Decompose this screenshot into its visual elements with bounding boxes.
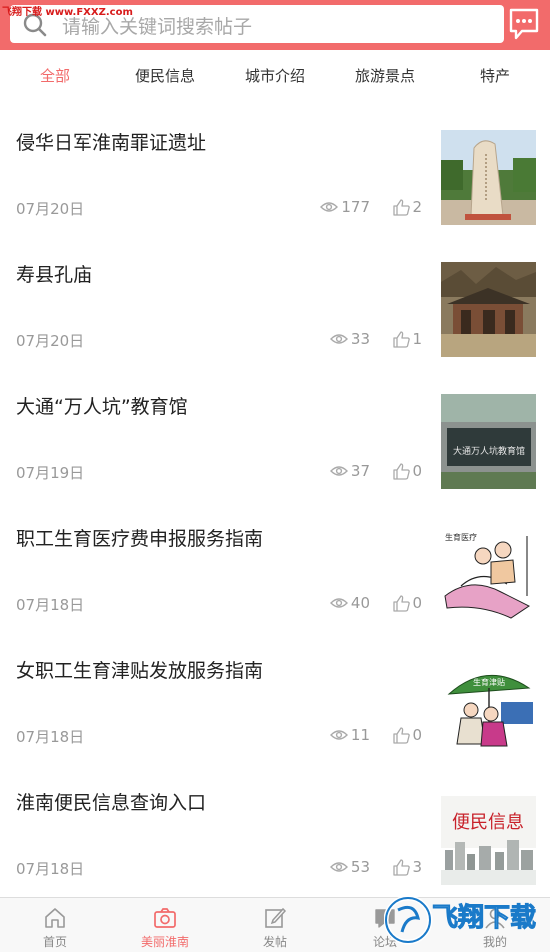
memorial-wall-image: 大通万人坑教育馆 [441,394,536,489]
like-count-value: 1 [412,330,422,348]
hospital-caption: 生育医疗 [445,532,477,542]
home-icon [45,908,65,928]
view-count: 40 [329,594,370,612]
like-count[interactable]: 2 [393,198,422,216]
message-icon[interactable] [508,7,540,41]
view-count: 53 [329,858,370,876]
nav-beautiful-huainan-label: 美丽淮南 [140,935,189,949]
like-count[interactable]: 1 [393,330,422,348]
view-count: 177 [320,198,370,216]
view-count-value: 11 [350,726,370,744]
post-item[interactable]: 寿县孔庙 07月20日 33 1 [0,234,550,366]
post-item[interactable]: 大通“万人坑”教育馆 07月19日 37 0 大通万人坑教育馆 [0,366,550,498]
temple-image [441,262,536,357]
post-list: 侵华日军淮南罪证遗址 07月20日 177 2 寿县孔庙 07月20日 33 1… [0,102,550,894]
view-count-value: 53 [350,858,370,876]
umbrella-caption: 生育津贴 [473,677,505,687]
post-item[interactable]: 侵华日军淮南罪证遗址 07月20日 177 2 [0,102,550,234]
cartoon-hospital-image: 生育医疗 [441,526,536,621]
post-title: 淮南便民信息查询入口 [16,792,207,814]
view-count: 33 [329,330,370,348]
thumbs-up-icon [393,330,411,348]
nav-home-label: 首页 [42,935,67,949]
like-count-value: 0 [412,594,422,612]
like-count[interactable]: 3 [393,858,422,876]
info-banner-image: 便民信息 [441,790,536,885]
info-banner-text: 便民信息 [452,812,524,833]
camera-icon [154,908,176,928]
view-count: 11 [329,726,370,744]
post-thumbnail: 便民信息 [441,790,536,885]
cartoon-umbrella-image: 生育津贴 [441,658,536,753]
tab-scenic-spots[interactable]: 旅游景点 [330,50,440,102]
post-item[interactable]: 职工生育医疗费申报服务指南 07月18日 40 0 生育医疗 [0,498,550,630]
post-title: 女职工生育津贴发放服务指南 [16,660,264,682]
view-count-value: 33 [350,330,370,348]
post-date: 07月20日 [16,200,85,218]
svg-text:飞翔下载: 飞翔下载 [432,903,536,933]
thumbs-up-icon [393,594,411,612]
post-thumbnail: 生育医疗 [441,526,536,621]
watermark-text: 飞翔下载 www.FXXZ.com [2,7,133,18]
view-count-value: 37 [350,462,370,480]
thumbs-up-icon [393,462,411,480]
view-count-value: 177 [341,198,370,216]
like-count-value: 2 [412,198,422,216]
edit-icon [265,907,287,928]
nav-post-label: 发帖 [262,935,287,949]
post-thumbnail [441,130,536,225]
nav-post[interactable]: 发帖 [220,898,330,952]
post-item[interactable]: 淮南便民信息查询入口 07月18日 53 3 便民信息 [0,762,550,894]
thumbs-up-icon [393,198,411,216]
eye-icon [320,202,339,212]
like-count-value: 0 [412,462,422,480]
top-bar: 请输入关键词搜索帖子 飞翔下载 www.FXXZ.com [0,0,550,50]
like-count[interactable]: 0 [393,726,422,744]
like-count[interactable]: 0 [393,462,422,480]
view-count: 37 [329,462,370,480]
thumbs-up-icon [393,858,411,876]
tab-convenience-info[interactable]: 便民信息 [110,50,220,102]
post-date: 07月20日 [16,332,85,350]
stone-monument-image [441,130,536,225]
post-item[interactable]: 女职工生育津贴发放服务指南 07月18日 11 0 生育津贴 [0,630,550,762]
memorial-wall-text: 大通万人坑教育馆 [453,445,525,457]
eye-icon [329,334,348,344]
nav-home[interactable]: 首页 [0,898,110,952]
eye-icon [329,598,348,608]
like-count-value: 3 [412,858,422,876]
post-title: 寿县孔庙 [16,264,93,286]
post-title: 侵华日军淮南罪证遗址 [16,132,207,154]
post-title: 大通“万人坑”教育馆 [16,396,188,418]
post-date: 07月18日 [16,860,85,878]
tab-city-intro[interactable]: 城市介绍 [220,50,330,102]
watermark-logo: 飞翔下载 [384,895,537,945]
post-thumbnail [441,262,536,357]
post-thumbnail: 生育津贴 [441,658,536,753]
thumbs-up-icon [393,726,411,744]
post-date: 07月18日 [16,596,85,614]
category-tabs: 全部 便民信息 城市介绍 旅游景点 特产 [0,50,550,102]
tab-all[interactable]: 全部 [0,50,110,102]
post-date: 07月18日 [16,728,85,746]
post-title: 职工生育医疗费申报服务指南 [16,528,264,550]
eye-icon [329,466,348,476]
like-count-value: 0 [412,726,422,744]
eye-icon [329,862,348,872]
tab-specialties[interactable]: 特产 [440,50,550,102]
nav-beautiful-huainan[interactable]: 美丽淮南 [110,898,220,952]
post-date: 07月19日 [16,464,85,482]
like-count[interactable]: 0 [393,594,422,612]
view-count-value: 40 [350,594,370,612]
post-thumbnail: 大通万人坑教育馆 [441,394,536,489]
eye-icon [329,730,348,740]
